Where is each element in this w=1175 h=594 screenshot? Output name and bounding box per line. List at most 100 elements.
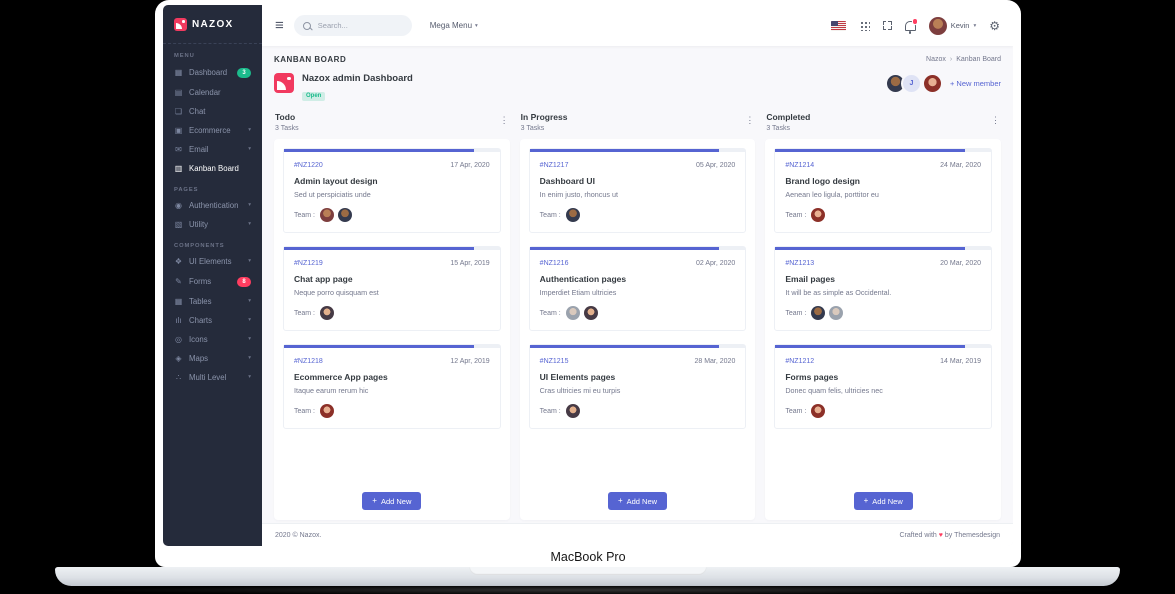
search-input[interactable] <box>315 20 392 31</box>
task-description: Itaque earum rerum hic <box>294 386 369 395</box>
task-id-link[interactable]: #NZ1214 <box>785 162 814 169</box>
kanban-card[interactable]: #NZ1214 24 Mar, 2020 Brand logo design A… <box>774 148 993 233</box>
task-description: Cras ultricies mi eu turpis <box>539 386 621 395</box>
column-body: #NZ1220 17 Apr, 2020 Admin layout design… <box>274 139 510 520</box>
task-id-link[interactable]: #NZ1215 <box>540 358 569 365</box>
new-member-link[interactable]: + New member <box>950 79 1001 88</box>
menu-toggle-icon[interactable]: ≡ <box>275 18 284 33</box>
kanban-card[interactable]: #NZ1216 02 Apr, 2020 Authentication page… <box>528 246 747 331</box>
kanban-card[interactable]: #NZ1217 05 Apr, 2020 Dashboard UI In eni… <box>528 148 747 233</box>
apps-grid-icon[interactable] <box>858 20 870 31</box>
brand-logo[interactable]: NAZOX <box>163 5 262 44</box>
nazox-logo-icon <box>174 17 187 31</box>
team-label: Team : <box>539 309 561 317</box>
member-avatar <box>583 306 598 320</box>
kanban-card[interactable]: #NZ1215 28 Mar, 2020 UI Elements pages C… <box>528 344 747 429</box>
column-menu-icon[interactable]: ⋮ <box>745 112 754 125</box>
sidebar-item-email[interactable]: ✉ Email ▾ <box>163 140 262 159</box>
charts-icon: ılı <box>175 315 182 325</box>
task-id-link[interactable]: #NZ1217 <box>540 162 569 169</box>
card-progress <box>284 345 500 348</box>
member-avatar <box>320 306 335 320</box>
sidebar-item-label: Utility <box>189 219 209 229</box>
breadcrumb-link[interactable]: Nazox <box>926 56 946 63</box>
sidebar-item-label: Charts <box>189 315 212 325</box>
member-avatar-initial: J <box>900 73 922 94</box>
task-id-link[interactable]: #NZ1213 <box>785 260 814 267</box>
task-id-link[interactable]: #NZ1220 <box>294 162 323 169</box>
member-avatar <box>811 306 826 320</box>
member-avatar <box>320 404 335 418</box>
sidebar-item-tables[interactable]: ▦ Tables ▾ <box>163 292 262 311</box>
card-progress <box>284 149 500 152</box>
task-title: UI Elements pages <box>539 372 616 382</box>
sidebar-item-dashboard[interactable]: ▦ Dashboard 3 <box>163 62 262 83</box>
search-box[interactable] <box>293 15 412 36</box>
member-avatar <box>565 306 580 320</box>
sidebar-item-charts[interactable]: ılı Charts ▾ <box>163 311 262 330</box>
sidebar-item-calendar[interactable]: ▤ Calendar <box>163 83 262 102</box>
add-new-label: Add New <box>872 496 903 506</box>
sidebar-item-ui-elements[interactable]: ❖ UI Elements ▾ <box>163 252 262 271</box>
task-id-link[interactable]: #NZ1218 <box>294 358 323 365</box>
member-avatar <box>320 208 335 222</box>
kanban-card[interactable]: #NZ1220 17 Apr, 2020 Admin layout design… <box>283 148 501 233</box>
plus-icon: + <box>372 496 377 505</box>
add-new-button[interactable]: + Add New <box>362 492 422 510</box>
sidebar-item-chat[interactable]: ❏ Chat <box>163 102 262 121</box>
task-id-link[interactable]: #NZ1212 <box>785 358 814 365</box>
column-menu-icon[interactable]: ⋮ <box>991 112 1000 125</box>
column-task-count: 3 Tasks <box>520 125 545 132</box>
task-description: Neque porro quisquam est <box>294 288 379 297</box>
task-id-link[interactable]: #NZ1216 <box>540 260 569 267</box>
sidebar-item-authentication[interactable]: ◉ Authentication ▾ <box>163 196 262 215</box>
app-screen: NAZOX MENU ▦ Dashboard 3 ▤ Calendar ❏ Ch… <box>163 5 1013 546</box>
laptop-base-notch <box>469 567 706 575</box>
kanban-card[interactable]: #NZ1213 20 Mar, 2020 Email pages It will… <box>774 246 993 331</box>
forms-badge: 8 <box>237 276 251 287</box>
search-icon <box>302 21 311 30</box>
sidebar-item-maps[interactable]: ◈ Maps ▾ <box>163 349 262 368</box>
avatar <box>928 16 947 35</box>
dashboard-badge: 3 <box>237 67 251 78</box>
column-menu-icon[interactable]: ⋮ <box>500 112 509 125</box>
tables-icon: ▦ <box>174 296 183 306</box>
sidebar-item-label: UI Elements <box>189 256 232 266</box>
task-date: 02 Apr, 2020 <box>696 260 736 267</box>
team-label: Team : <box>539 407 561 415</box>
laptop-screen-frame: NAZOX MENU ▦ Dashboard 3 ▤ Calendar ❏ Ch… <box>155 0 1021 567</box>
chevron-down-icon: ▾ <box>248 126 251 133</box>
status-badge: Open <box>302 91 326 101</box>
chevron-down-icon: ▾ <box>248 373 251 380</box>
notifications-button[interactable] <box>904 18 919 31</box>
fullscreen-icon[interactable] <box>882 21 892 30</box>
mega-menu-label: Mega Menu <box>429 21 473 30</box>
task-date: 17 Apr, 2020 <box>450 162 490 169</box>
gear-icon[interactable]: ⚙ <box>989 20 1000 32</box>
task-id-link[interactable]: #NZ1219 <box>294 260 323 267</box>
member-avatar <box>921 73 943 94</box>
page-content: KANBAN BOARD Nazox › Kanban Board Nazox … <box>262 46 1013 523</box>
kanban-card[interactable]: #NZ1218 12 Apr, 2019 Ecommerce App pages… <box>283 344 501 429</box>
column-task-count: 3 Tasks <box>766 125 790 132</box>
add-new-button[interactable]: + Add New <box>607 492 668 510</box>
sidebar-item-icons[interactable]: ◎ Icons ▾ <box>163 330 262 349</box>
task-title: Dashboard UI <box>539 176 595 186</box>
language-flag-icon[interactable] <box>830 20 846 31</box>
mega-menu-button[interactable]: Mega Menu ▾ <box>430 21 478 30</box>
kanban-card[interactable]: #NZ1219 15 Apr, 2019 Chat app page Neque… <box>283 246 501 331</box>
sidebar-item-label: Multi Level <box>189 372 227 382</box>
sidebar-item-ecommerce[interactable]: ▣ Ecommerce ▾ <box>163 121 262 140</box>
footer: 2020 © Nazox. Crafted with ♥ by Themesde… <box>262 523 1013 546</box>
add-new-button[interactable]: + Add New <box>853 492 913 510</box>
user-menu[interactable]: Kevin ▾ <box>928 16 976 35</box>
kanban-card[interactable]: #NZ1212 14 Mar, 2019 Forms pages Donec q… <box>774 344 993 429</box>
sidebar-item-kanban-board[interactable]: ▥ Kanban Board <box>163 159 262 178</box>
email-icon: ✉ <box>175 144 182 154</box>
task-description: Donec quam felis, ultricies nec <box>785 386 883 395</box>
kanban-column-todo: Todo 3 Tasks ⋮ #NZ1220 17 Apr, 2020 Admi… <box>274 112 510 520</box>
chat-icon: ❏ <box>174 106 183 116</box>
sidebar-item-forms[interactable]: ✎ Forms 8 <box>163 271 262 292</box>
sidebar-item-utility[interactable]: ▧ Utility ▾ <box>163 215 262 234</box>
sidebar-item-multi-level[interactable]: ∴ Multi Level ▾ <box>163 368 262 387</box>
